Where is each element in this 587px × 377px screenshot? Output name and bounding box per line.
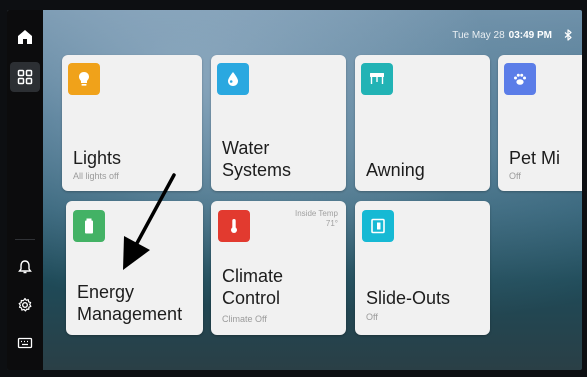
tile-slide-outs[interactable]: Slide-Outs Off: [355, 201, 490, 335]
lightbulb-icon: [68, 63, 100, 95]
keyboard-icon: [17, 337, 33, 349]
status-date: Tue May 28: [452, 29, 505, 41]
tile-climate-title-line2: Control: [222, 288, 281, 308]
status-time: 03:49 PM: [508, 29, 552, 41]
screen: Tue May 28 03:49 PM Lights All lights of…: [7, 10, 582, 370]
tile-energy-management[interactable]: Energy Management: [66, 201, 203, 335]
notifications-button[interactable]: [10, 252, 40, 282]
tile-climate-title-line1: Climate: [222, 266, 284, 286]
gear-icon: [18, 297, 32, 312]
inside-temp-label: Inside Temp: [295, 209, 338, 218]
status-bar: Tue May 28 03:49 PM: [452, 28, 574, 42]
device-frame: Tue May 28 03:49 PM Lights All lights of…: [0, 0, 587, 377]
dashboard-button[interactable]: [10, 62, 40, 92]
tile-lights[interactable]: Lights All lights off: [62, 55, 202, 191]
tile-pet-minder[interactable]: Pet Mi Off: [498, 55, 582, 191]
keyboard-button[interactable]: [10, 328, 40, 358]
settings-button[interactable]: [10, 290, 40, 320]
tile-water-title-line2: Systems: [222, 160, 292, 180]
tile-awning-title: Awning: [366, 160, 425, 180]
sidebar-divider: [15, 239, 35, 240]
tile-climate-control[interactable]: Inside Temp 71° Climate Control Climate …: [211, 201, 346, 335]
sidebar: [7, 10, 43, 370]
tile-water-title-line1: Water: [222, 138, 270, 158]
paw-icon: [504, 63, 536, 95]
slide-out-icon: [362, 210, 394, 242]
thermometer-icon: [218, 210, 250, 242]
tile-water-systems[interactable]: Water Systems: [211, 55, 346, 191]
home-button[interactable]: [10, 22, 40, 52]
bluetooth-icon: [564, 29, 572, 41]
water-drop-icon: [217, 63, 249, 95]
tile-lights-title: Lights: [73, 148, 122, 168]
tile-awning[interactable]: Awning: [355, 55, 490, 191]
grid-icon: [17, 69, 33, 85]
inside-temp-readout: Inside Temp 71°: [295, 209, 338, 229]
tile-pet-title: Pet Mi: [509, 148, 561, 168]
battery-icon: [73, 210, 105, 242]
tile-energy-title-line1: Energy: [77, 282, 135, 302]
awning-icon: [361, 63, 393, 95]
tile-climate-subtitle: Climate Off: [222, 314, 267, 324]
tile-lights-subtitle: All lights off: [73, 171, 119, 181]
bell-icon: [18, 260, 32, 274]
tile-slideouts-title: Slide-Outs: [366, 288, 451, 308]
tile-energy-title-line2: Management: [77, 304, 183, 324]
tile-pet-subtitle: Off: [509, 171, 521, 181]
inside-temp-value: 71°: [325, 219, 338, 228]
home-icon: [18, 30, 32, 44]
tile-slideouts-subtitle: Off: [366, 312, 378, 322]
